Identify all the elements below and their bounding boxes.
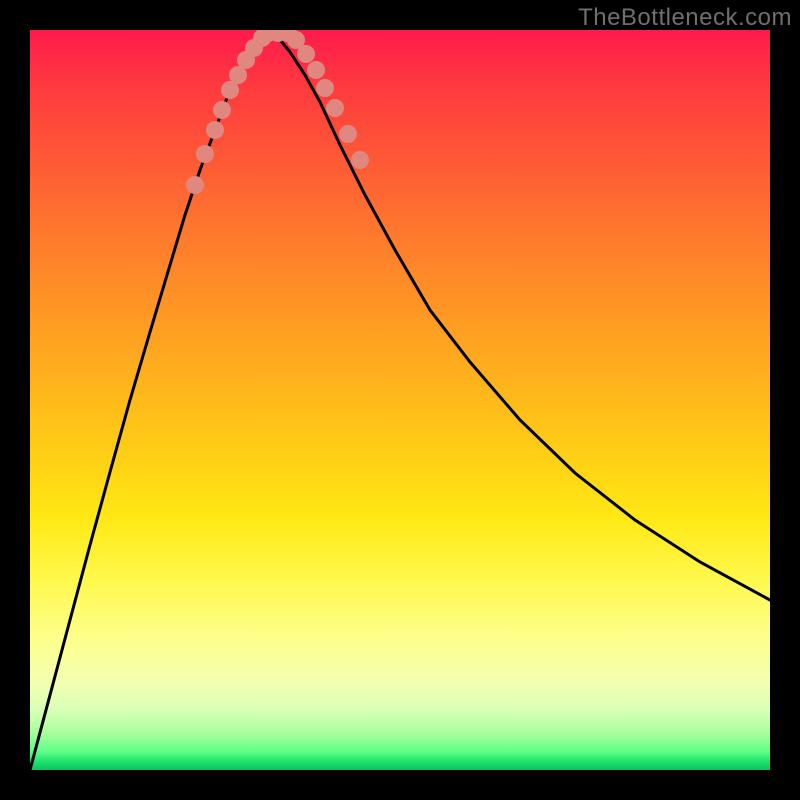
chart-frame: TheBottleneck.com: [0, 0, 800, 800]
data-point: [206, 121, 224, 139]
watermark-text: TheBottleneck.com: [578, 4, 792, 32]
data-point: [307, 61, 325, 79]
data-markers: [186, 30, 369, 194]
data-point: [186, 176, 204, 194]
data-point: [297, 45, 315, 63]
chart-gradient-area: [30, 30, 770, 770]
data-point: [213, 101, 231, 119]
chart-svg: [30, 30, 770, 770]
curve-left: [30, 33, 270, 770]
data-point: [316, 79, 334, 97]
curve-right: [270, 33, 770, 600]
data-point: [196, 145, 214, 163]
data-point: [351, 151, 369, 169]
data-point: [326, 99, 344, 117]
data-point: [339, 125, 357, 143]
